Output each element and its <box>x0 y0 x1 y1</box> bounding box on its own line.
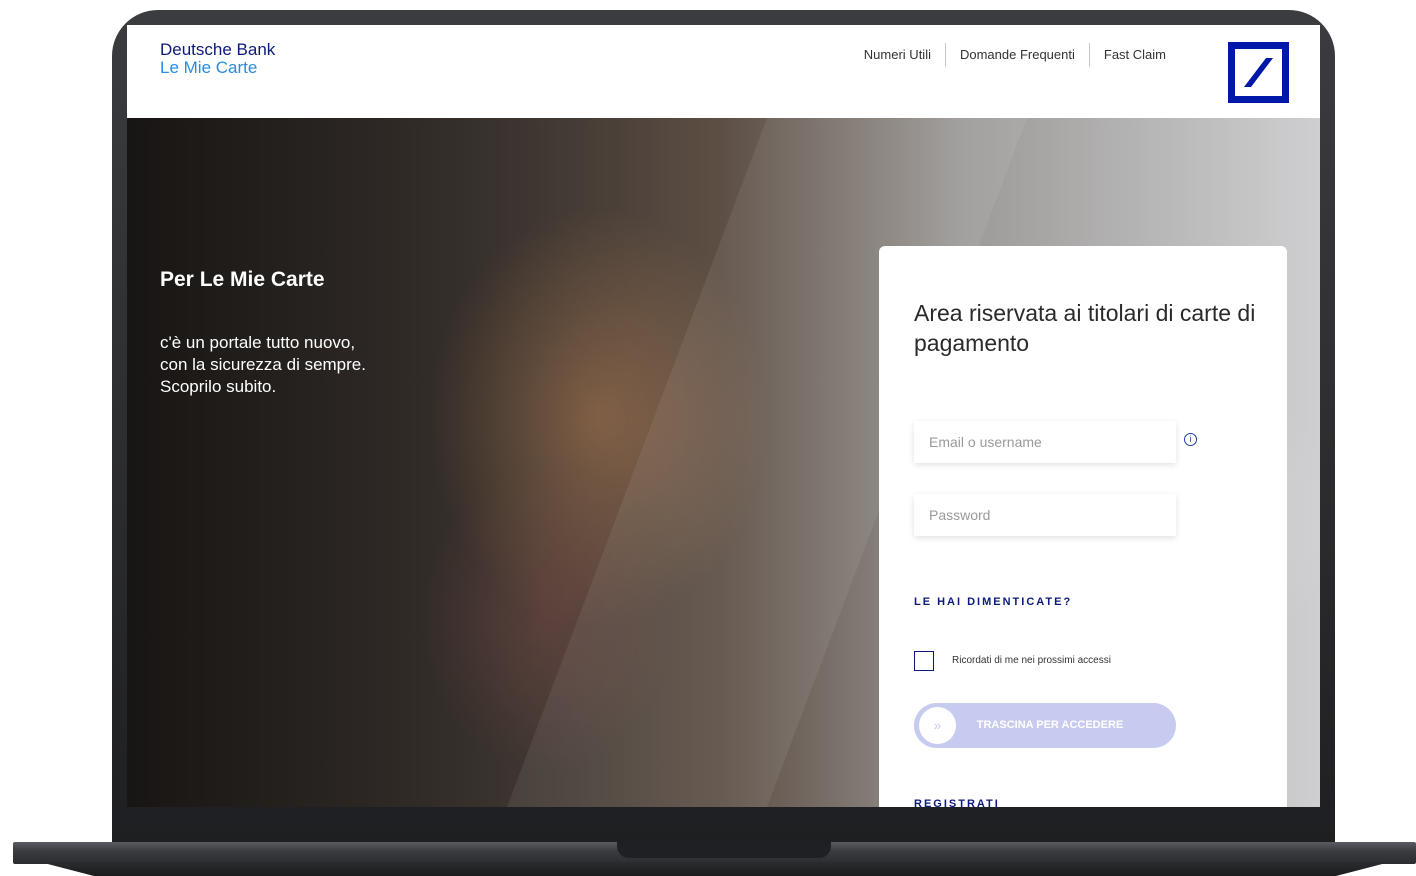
hero-title: Per Le Mie Carte <box>160 268 325 291</box>
email-input[interactable] <box>914 421 1176 463</box>
slider-handle-chevrons-icon[interactable]: » <box>919 707 956 744</box>
header: Deutsche Bank Le Mie Carte Numeri Utili … <box>127 25 1320 118</box>
password-input[interactable] <box>914 494 1176 536</box>
login-title: Area riservata ai titolari di carte di p… <box>914 300 1256 356</box>
hero-text: c'è un portale tutto nuovo, con la sicur… <box>160 332 420 398</box>
top-nav: Numeri Utili Domande Frequenti Fast Clai… <box>850 43 1180 67</box>
laptop-notch <box>617 842 831 858</box>
logo-inner <box>1235 49 1282 96</box>
info-icon[interactable]: i <box>1184 433 1197 446</box>
remember-me-label: Ricordati di me nei prossimi accessi <box>952 655 1111 666</box>
drag-to-login-slider[interactable]: TRASCINA PER ACCEDERE » <box>914 703 1176 748</box>
brand-product: Le Mie Carte <box>160 58 258 77</box>
screen: Deutsche Bank Le Mie Carte Numeri Utili … <box>127 25 1320 807</box>
hero-text-line: Scoprilo subito. <box>160 377 277 396</box>
brand[interactable]: Deutsche Bank Le Mie Carte <box>160 41 275 77</box>
remember-me-checkbox[interactable] <box>914 651 934 671</box>
register-link[interactable]: REGISTRATI <box>914 798 1000 807</box>
login-card: Area riservata ai titolari di carte di p… <box>879 246 1287 807</box>
nav-fast-claim[interactable]: Fast Claim <box>1088 43 1180 67</box>
nav-domande-frequenti[interactable]: Domande Frequenti <box>944 43 1089 67</box>
deutsche-bank-logo-icon[interactable] <box>1228 42 1289 103</box>
forgot-credentials-link[interactable]: LE HAI DIMENTICATE? <box>914 596 1072 608</box>
hero-banner: Per Le Mie Carte c'è un portale tutto nu… <box>127 118 1320 807</box>
brand-name: Deutsche Bank <box>160 40 276 59</box>
laptop-base-edge <box>40 862 1390 876</box>
nav-numeri-utili[interactable]: Numeri Utili <box>850 43 945 67</box>
hero-text-line: con la sicurezza di sempre. <box>160 355 366 374</box>
hero-text-line: c'è un portale tutto nuovo, <box>160 333 356 352</box>
logo-slash-icon <box>1244 58 1273 87</box>
